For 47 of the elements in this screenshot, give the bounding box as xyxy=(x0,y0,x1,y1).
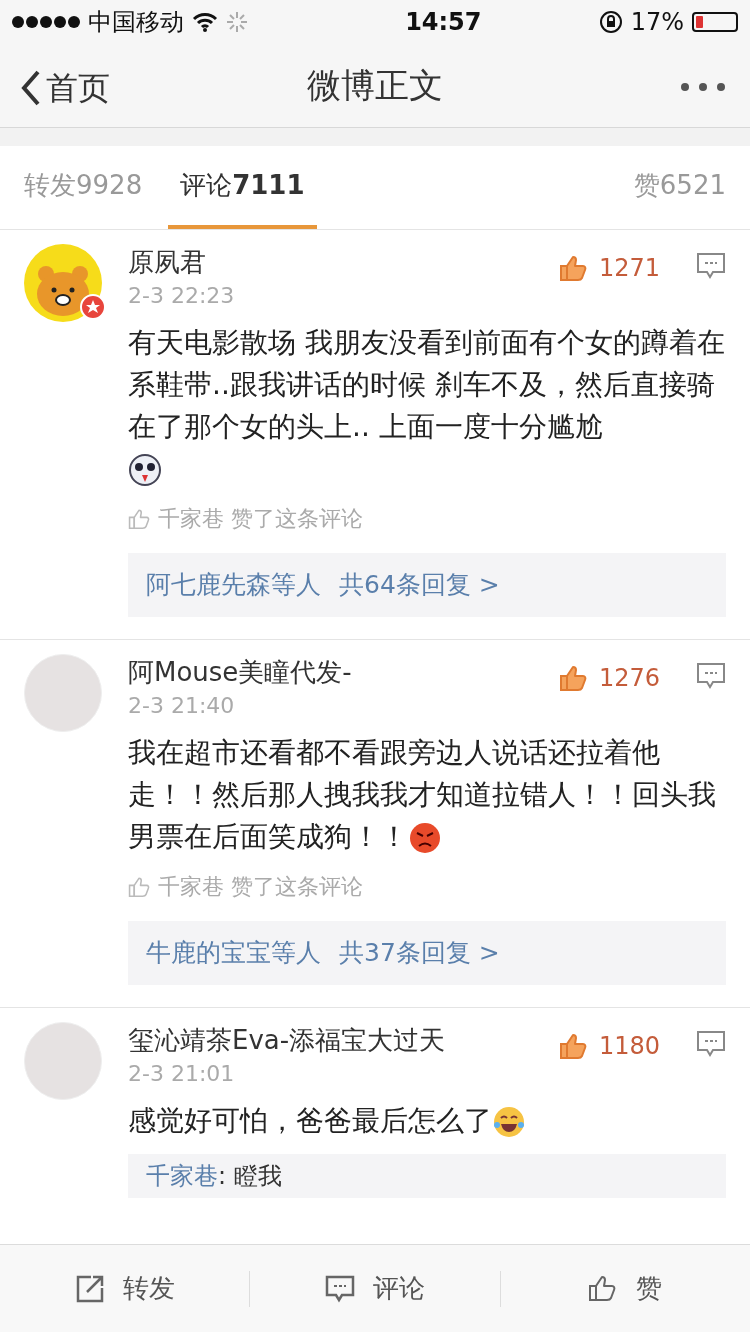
carrier-name: 中国移动 xyxy=(88,7,184,38)
thumbs-up-icon xyxy=(558,1032,589,1060)
thumbs-up-icon xyxy=(558,664,589,692)
comment-icon xyxy=(325,1273,355,1304)
bear-avatar-icon xyxy=(24,244,102,322)
like-button[interactable]: 1180 xyxy=(558,1028,660,1064)
reply-text: : 瞪我 xyxy=(218,1161,282,1192)
liked-by-text: 千家巷 赞了这条评论 xyxy=(158,505,363,533)
comment-time: 2-3 22:23 xyxy=(128,282,236,310)
comment-text: 我在超市还看都不看跟旁边人说话还拉着他走！！然后那人拽我我才知道拉错人！！回头我男票在后面笑成狗！！ xyxy=(128,735,717,857)
user-name: 原夙君 xyxy=(128,246,207,279)
tab[interactable]: 赞6521 xyxy=(633,146,726,229)
wifi-icon xyxy=(192,12,218,32)
comment-icon[interactable] xyxy=(696,662,726,690)
like-button[interactable]: 1271 xyxy=(558,250,660,286)
action-button[interactable]: 赞 xyxy=(500,1269,750,1308)
activity-spinner-icon xyxy=(226,11,248,33)
thumbs-up-icon xyxy=(128,875,150,898)
comment-text: 有天电影散场 我朋友没看到前面有个女的蹲着在系鞋带..跟我讲话的时候 刹车不及，然后直接骑在了那个女的头上.. 上面一度十分尴尬 xyxy=(128,322,726,490)
user-name: 阿Mouse美瞳代发- xyxy=(128,656,353,689)
tab[interactable]: 评论7111 xyxy=(168,146,317,229)
replies-link[interactable]: 阿七鹿先森等人 共64条回复 > xyxy=(128,553,726,617)
comment-icon[interactable] xyxy=(696,252,726,280)
replies-link[interactable]: 牛鹿的宝宝等人 共37条回复 > xyxy=(128,921,726,985)
comment-text: 感觉好可怕，爸爸最后怎么了 xyxy=(128,1100,726,1142)
liked-by-text: 千家巷 赞了这条评论 xyxy=(158,873,363,901)
comment-time: 2-3 21:40 xyxy=(128,692,236,720)
user-name: 玺沁靖茶Eva-添福宝大过天 xyxy=(128,1024,447,1057)
like-button[interactable]: 1276 xyxy=(558,660,660,696)
thumbs-up-icon xyxy=(128,507,150,530)
action-button[interactable]: 转发 xyxy=(0,1269,250,1308)
thumbs-up-icon xyxy=(558,254,589,282)
more-icon[interactable] xyxy=(680,82,726,92)
share-icon xyxy=(74,1273,105,1304)
comment-icon[interactable] xyxy=(696,1030,726,1058)
battery-percent: 17% xyxy=(630,7,684,38)
comment-time: 2-3 21:01 xyxy=(128,1060,236,1088)
tab[interactable]: 转发9928 xyxy=(24,146,143,229)
battery-icon xyxy=(692,12,738,32)
status-time: 14:57 xyxy=(405,7,482,38)
rotation-lock-icon xyxy=(598,10,623,34)
back-button[interactable]: 首页 xyxy=(20,64,110,112)
page-title: 微博正文 xyxy=(307,64,443,107)
action-button[interactable]: 评论 xyxy=(250,1269,500,1308)
signal-icon xyxy=(12,14,80,30)
reply-author[interactable]: 千家巷 xyxy=(146,1158,218,1194)
back-chevron-icon xyxy=(20,69,42,107)
